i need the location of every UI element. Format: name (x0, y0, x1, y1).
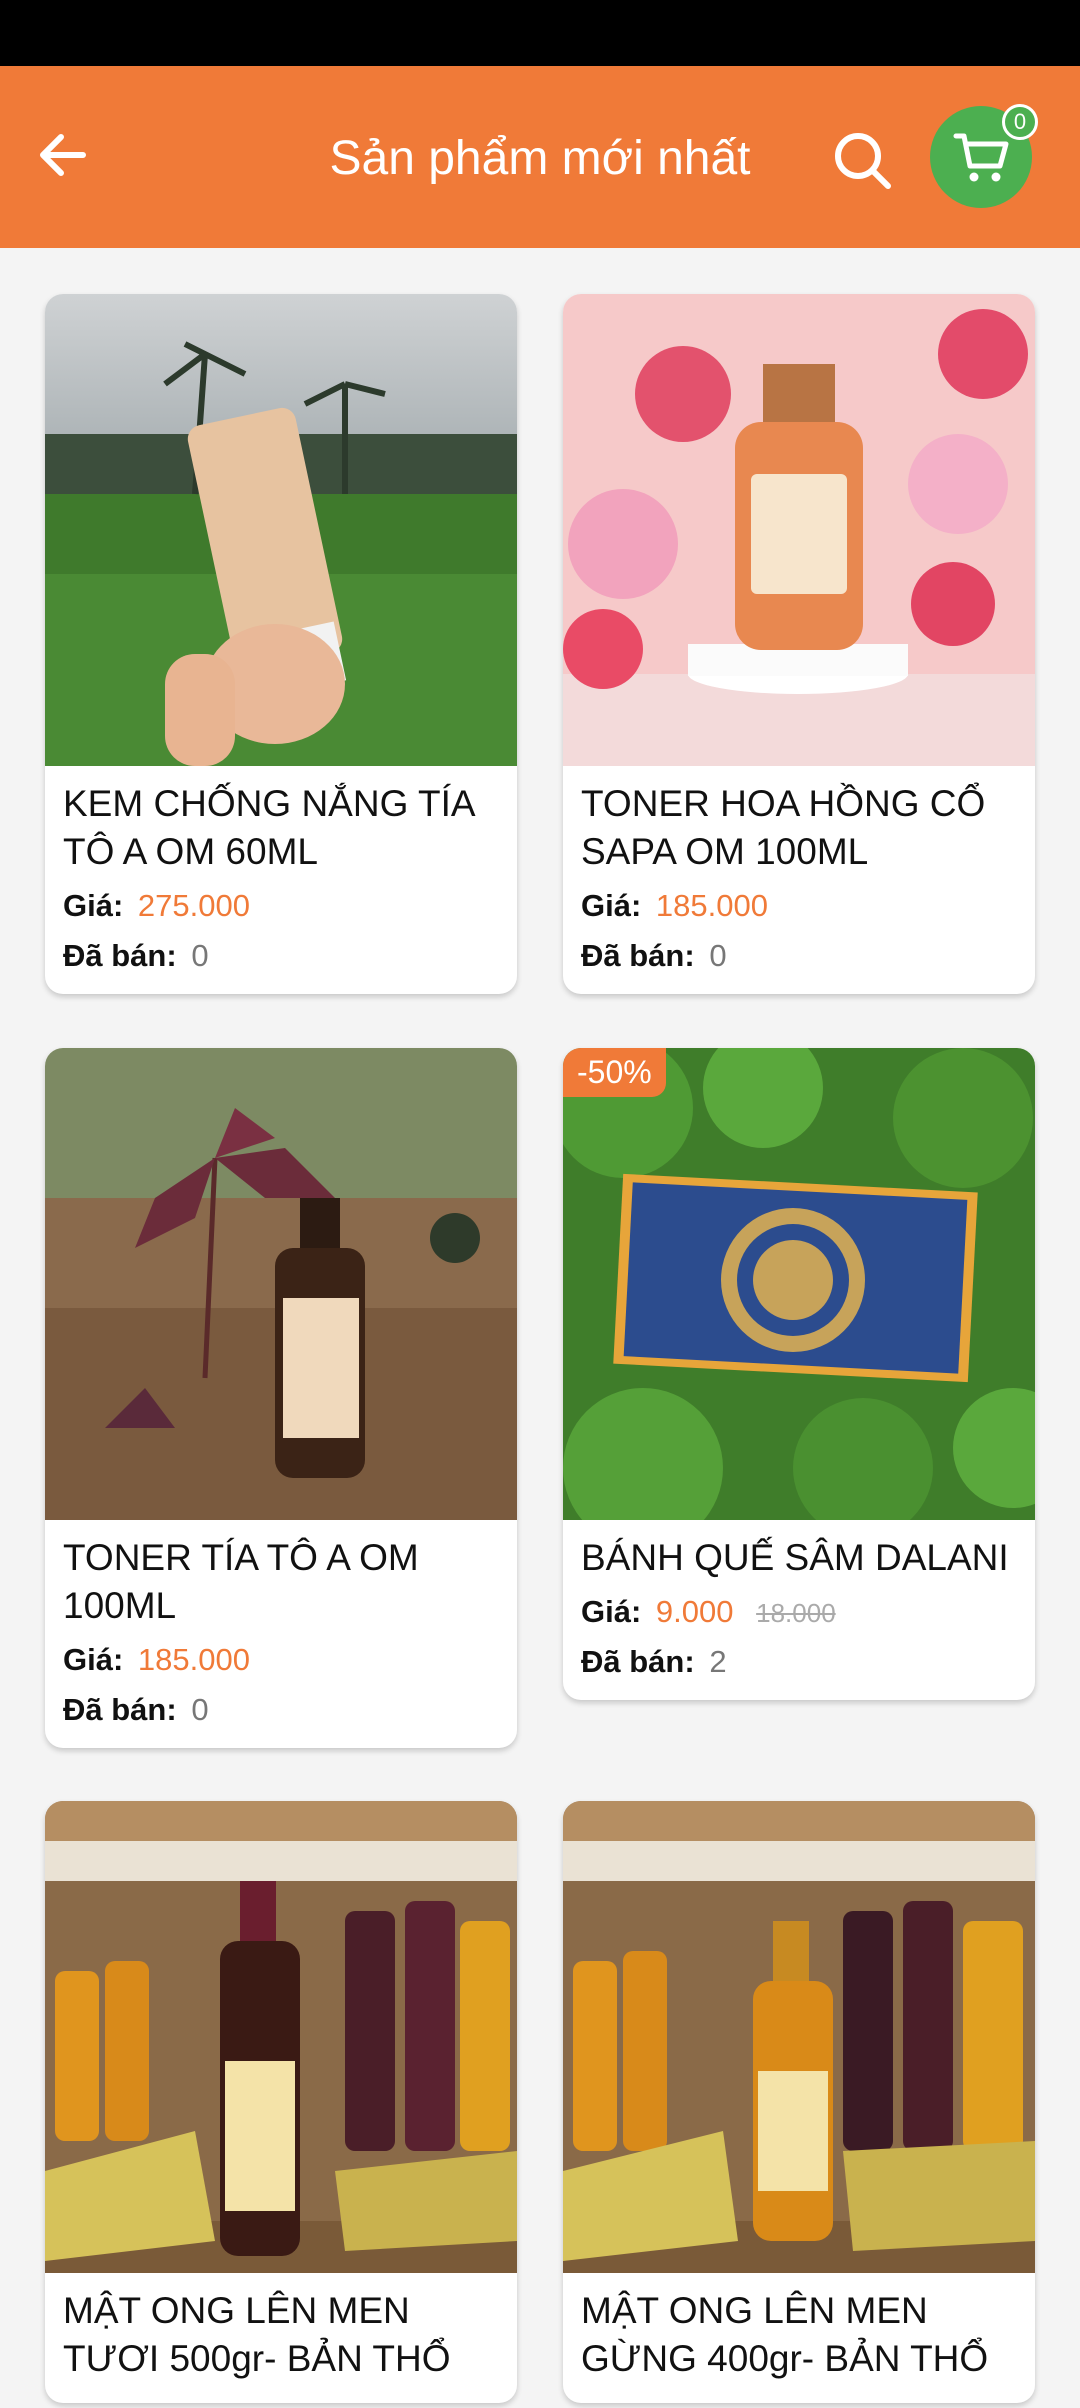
sold-row: Đã bán: 0 (581, 938, 1017, 974)
sold-row: Đã bán: 0 (63, 1692, 499, 1728)
product-name: MẬT ONG LÊN MEN GỪNG 400gr- BẢN THỔ (581, 2290, 989, 2379)
price-value: 185.000 (655, 888, 768, 923)
product-image (45, 1801, 517, 2273)
product-name: KEM CHỐNG NẮNG TÍA TÔ A OM 60ML (63, 783, 474, 872)
product-name: BÁNH QUẾ SÂM DALANI (581, 1537, 1009, 1578)
product-image (45, 294, 517, 766)
price-label: Giá: (63, 888, 124, 923)
discount-badge: -50% (563, 1048, 666, 1097)
sold-row: Đã bán: 2 (581, 1644, 1017, 1680)
product-card[interactable]: MẬT ONG LÊN MEN GỪNG 400gr- BẢN THỔ (563, 1801, 1035, 2403)
price-row: Giá: 9.000 18.000 (581, 1594, 1017, 1630)
search-icon (835, 133, 891, 189)
app-bar: Sản phẩm mới nhất 0 (0, 66, 1080, 248)
product-image: -50% (563, 1048, 1035, 1520)
product-image (563, 1801, 1035, 2273)
sold-label: Đã bán: (63, 1692, 177, 1727)
page-title: Sản phẩm mới nhất (329, 132, 751, 185)
sold-label: Đã bán: (63, 938, 177, 973)
price-value: 9.000 (655, 1594, 734, 1629)
status-bar (0, 0, 1080, 66)
sold-value: 0 (709, 938, 727, 973)
sold-row: Đã bán: 0 (63, 938, 499, 974)
arrow-left-icon (40, 134, 86, 176)
cart-icon (953, 133, 1009, 182)
original-price: 18.000 (756, 1598, 836, 1628)
product-image (563, 294, 1035, 766)
sold-label: Đã bán: (581, 1644, 695, 1679)
product-card[interactable]: TONER TÍA TÔ A OM 100ML Giá: 185.000 Đã … (45, 1048, 517, 1748)
price-row: Giá: 185.000 (63, 1642, 499, 1678)
product-name: TONER TÍA TÔ A OM 100ML (63, 1537, 419, 1626)
product-name: TONER HOA HỒNG CỔ SAPA OM 100ML (581, 783, 986, 872)
price-label: Giá: (581, 1594, 642, 1629)
sold-value: 0 (191, 1692, 209, 1727)
price-label: Giá: (581, 888, 642, 923)
back-button[interactable] (28, 120, 98, 190)
cart-count-badge: 0 (1002, 104, 1038, 140)
product-card[interactable]: -50% BÁNH QUẾ SÂM DALANI Giá: 9.000 18.0… (563, 1048, 1035, 1700)
search-button[interactable] (824, 122, 900, 198)
price-row: Giá: 185.000 (581, 888, 1017, 924)
sold-value: 0 (191, 938, 209, 973)
price-value: 185.000 (137, 1642, 250, 1677)
product-image (45, 1048, 517, 1520)
sold-label: Đã bán: (581, 938, 695, 973)
sold-value: 2 (709, 1644, 727, 1679)
product-card[interactable]: MẬT ONG LÊN MEN TƯƠI 500gr- BẢN THỔ (45, 1801, 517, 2403)
product-card[interactable]: KEM CHỐNG NẮNG TÍA TÔ A OM 60ML Giá: 275… (45, 294, 517, 994)
price-label: Giá: (63, 1642, 124, 1677)
cart-button[interactable]: 0 (930, 104, 1038, 208)
price-row: Giá: 275.000 (63, 888, 499, 924)
product-card[interactable]: TONER HOA HỒNG CỔ SAPA OM 100ML Giá: 185… (563, 294, 1035, 994)
product-name: MẬT ONG LÊN MEN TƯƠI 500gr- BẢN THỔ (63, 2290, 451, 2379)
price-value: 275.000 (137, 888, 250, 923)
